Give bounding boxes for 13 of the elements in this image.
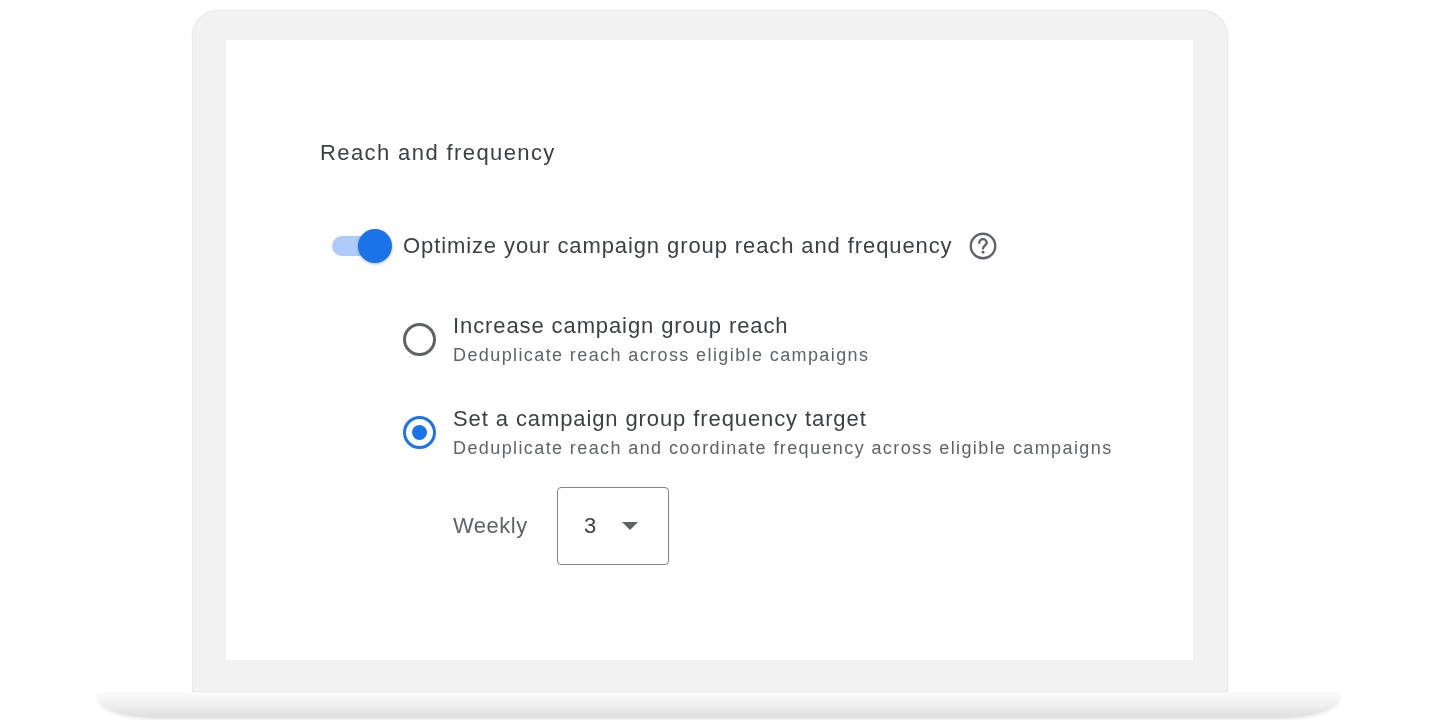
section-title: Reach and frequency bbox=[320, 139, 556, 167]
option-label: Increase campaign group reach bbox=[453, 312, 790, 340]
frequency-select[interactable]: 3 bbox=[557, 487, 669, 565]
radio-button[interactable] bbox=[403, 416, 436, 449]
caret-icon bbox=[622, 522, 639, 530]
option-label: Set a campaign group frequency target bbox=[453, 405, 868, 433]
option-description: Deduplicate reach and coordinate frequency across eligible campaigns bbox=[453, 437, 1113, 460]
toggle-switch[interactable] bbox=[332, 229, 392, 263]
radio-button[interactable] bbox=[403, 323, 436, 356]
toggle-label: Optimize your campaign group reach and frequency bbox=[403, 232, 953, 260]
help-icon[interactable] bbox=[969, 232, 998, 260]
frequency-label: Weekly bbox=[453, 512, 529, 540]
option-description: Deduplicate reach across eligible campaigns bbox=[453, 344, 870, 367]
